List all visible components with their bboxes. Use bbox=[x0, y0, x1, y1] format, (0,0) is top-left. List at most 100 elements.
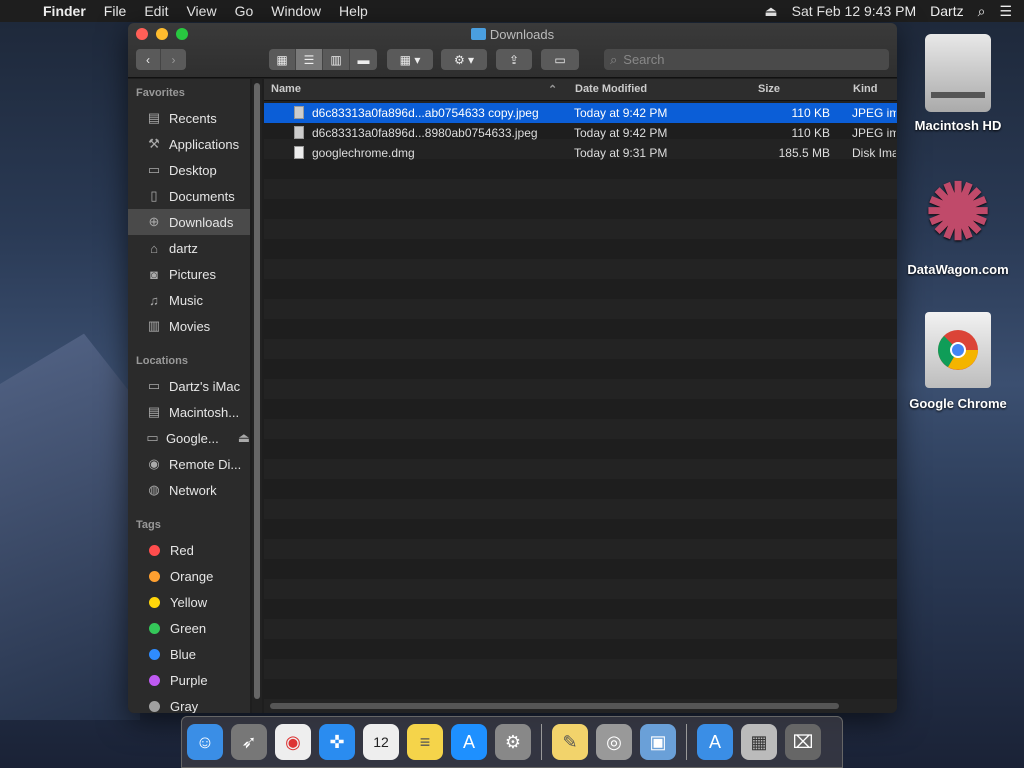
notes-icon[interactable]: ≡ bbox=[407, 724, 443, 760]
datawagon-star-icon: ✺ bbox=[925, 168, 991, 256]
menu-view[interactable]: View bbox=[177, 3, 225, 19]
trash-icon[interactable]: ⌧ bbox=[785, 724, 821, 760]
menu-go[interactable]: Go bbox=[226, 3, 263, 19]
menubar-user[interactable]: Dartz bbox=[930, 3, 963, 19]
preview-icon[interactable]: ▣ bbox=[640, 724, 676, 760]
forward-button[interactable]: › bbox=[161, 49, 186, 70]
launchpad-icon[interactable]: ➶ bbox=[231, 724, 267, 760]
downloads-icon: ⊕ bbox=[148, 214, 160, 229]
sidebar-item-movies[interactable]: ▥ Movies bbox=[128, 313, 250, 339]
sidebar-item-home[interactable]: ⌂ dartz bbox=[128, 235, 250, 261]
desktop-icon: ▭ bbox=[147, 162, 161, 177]
sidebar-item-music[interactable]: ♫ Music bbox=[128, 287, 250, 313]
hard-drive-icon bbox=[925, 34, 991, 112]
sidebar-scrollbar[interactable] bbox=[252, 79, 262, 713]
desktop-item-macintosh-hd[interactable]: Macintosh HD bbox=[903, 34, 1013, 133]
gallery-view-icon[interactable]: ▬ bbox=[350, 49, 377, 70]
app-menu[interactable]: Finder bbox=[34, 3, 95, 19]
calendar-icon[interactable]: 12 bbox=[363, 724, 399, 760]
column-header-kind[interactable]: Kind bbox=[853, 83, 877, 95]
sidebar-item-google-chrome-volume[interactable]: ▭ Google... ⏏ bbox=[128, 425, 250, 451]
action-gear-button[interactable]: ⚙ ▾ bbox=[441, 49, 487, 70]
sidebar-tag-blue[interactable]: Blue bbox=[128, 641, 250, 667]
chrome-disk-icon bbox=[925, 312, 991, 388]
disk-icon: ▭ bbox=[146, 430, 159, 445]
icon-view-icon[interactable]: ▦ bbox=[269, 49, 296, 70]
downloads-stack-icon[interactable]: ▦ bbox=[741, 724, 777, 760]
column-header-date[interactable]: Date Modified bbox=[575, 83, 647, 95]
desktop-item-datawagon[interactable]: ✺ DataWagon.com bbox=[903, 170, 1013, 277]
tag-dot-icon bbox=[149, 596, 160, 608]
app-store-icon[interactable]: A bbox=[451, 724, 487, 760]
column-header-row: Name ⌃ Date Modified Size Kind bbox=[264, 79, 897, 101]
sidebar-item-downloads[interactable]: ⊕ Downloads bbox=[128, 209, 250, 235]
sidebar-item-remote-disc[interactable]: ◉ Remote Di... bbox=[128, 451, 250, 477]
dock-separator bbox=[686, 724, 687, 760]
file-row[interactable]: d6c83313a0fa896d...ab0754633 copy.jpeg T… bbox=[264, 103, 897, 123]
notification-center-icon[interactable]: ☰ bbox=[999, 3, 1012, 20]
jpeg-file-icon bbox=[294, 106, 304, 119]
sidebar-item-desktop[interactable]: ▭ Desktop bbox=[128, 157, 250, 183]
search-placeholder: Search bbox=[623, 52, 665, 67]
column-header-name[interactable]: Name bbox=[271, 83, 301, 95]
menu-file[interactable]: File bbox=[95, 3, 136, 19]
column-header-size[interactable]: Size bbox=[758, 83, 780, 95]
tag-dot-icon bbox=[149, 674, 160, 686]
column-view-icon[interactable]: ▥ bbox=[323, 49, 350, 70]
file-row[interactable]: d6c83313a0fa896d...8980ab0754633.jpeg To… bbox=[264, 123, 897, 143]
tags-button[interactable]: ▭ bbox=[541, 49, 579, 70]
safari-icon[interactable]: ✜ bbox=[319, 724, 355, 760]
sidebar-tag-purple[interactable]: Purple bbox=[128, 667, 250, 693]
nav-buttons: ‹ › bbox=[136, 49, 186, 70]
desktop-item-google-chrome[interactable]: Google Chrome bbox=[903, 312, 1013, 411]
horizontal-scrollbar[interactable] bbox=[270, 703, 839, 709]
share-button[interactable]: ⇪ bbox=[496, 49, 532, 70]
spotlight-icon[interactable]: ⌕ bbox=[978, 3, 986, 20]
sidebar-item-imac[interactable]: ▭ Dartz's iMac bbox=[128, 373, 250, 399]
dock: ☺ ➶ ◉ ✜ 12 ≡ A ⚙ ✎ ◎ ▣ A ▦ ⌧ bbox=[181, 716, 843, 768]
finder-window: Downloads ‹ › ▦ ☰ ▥ ▬ ▦ ▾ ⚙ ▾ ⇪ ▭ ⌕ Search F… bbox=[128, 23, 897, 713]
sidebar-tag-red[interactable]: Red bbox=[128, 537, 250, 563]
file-row[interactable]: googlechrome.dmg Today at 9:31 PM 185.5 … bbox=[264, 143, 897, 163]
app-store-folder-icon[interactable]: A bbox=[697, 724, 733, 760]
sidebar-tag-orange[interactable]: Orange bbox=[128, 563, 250, 589]
stickies-icon[interactable]: ✎ bbox=[552, 724, 588, 760]
tag-dot-icon bbox=[149, 622, 160, 634]
sidebar-tag-gray[interactable]: Gray bbox=[128, 693, 250, 713]
sidebar-tag-green[interactable]: Green bbox=[128, 615, 250, 641]
sidebar-item-pictures[interactable]: ◙ Pictures bbox=[128, 261, 250, 287]
eject-icon[interactable]: ⏏ bbox=[764, 3, 777, 20]
pictures-icon: ◙ bbox=[150, 266, 158, 282]
tags-header: Tags bbox=[136, 519, 161, 531]
system-preferences-icon[interactable]: ⚙ bbox=[495, 724, 531, 760]
window-title: Downloads bbox=[128, 27, 897, 42]
chrome-icon[interactable]: ◉ bbox=[275, 724, 311, 760]
tag-dot-icon bbox=[149, 570, 160, 582]
sidebar-item-network[interactable]: ◍ Network bbox=[128, 477, 250, 503]
search-field[interactable]: ⌕ Search bbox=[604, 49, 889, 70]
tag-dot-icon bbox=[149, 648, 160, 660]
locations-header: Locations bbox=[136, 355, 188, 367]
menu-window[interactable]: Window bbox=[262, 3, 330, 19]
sidebar-item-documents[interactable]: ▯ Documents bbox=[128, 183, 250, 209]
sidebar-item-recents[interactable]: ▤ Recents bbox=[128, 105, 250, 131]
menu-help[interactable]: Help bbox=[330, 3, 377, 19]
list-view-icon[interactable]: ☰ bbox=[296, 49, 323, 70]
finder-icon[interactable]: ☺ bbox=[187, 724, 223, 760]
dock-separator bbox=[541, 724, 542, 760]
sidebar-item-applications[interactable]: ⚒ Applications bbox=[128, 131, 250, 157]
computer-icon: ▭ bbox=[147, 378, 161, 393]
menu-edit[interactable]: Edit bbox=[135, 3, 177, 19]
back-button[interactable]: ‹ bbox=[136, 49, 162, 70]
sidebar-tag-yellow[interactable]: Yellow bbox=[128, 589, 250, 615]
sidebar-item-macintosh-hd[interactable]: ▤ Macintosh... bbox=[128, 399, 250, 425]
menubar-clock[interactable]: Sat Feb 12 9:43 PM bbox=[792, 3, 917, 19]
movies-icon: ▥ bbox=[147, 318, 161, 333]
image-capture-icon[interactable]: ◎ bbox=[596, 724, 632, 760]
file-list: Name ⌃ Date Modified Size Kind d6c83313a… bbox=[264, 79, 897, 713]
group-button[interactable]: ▦ ▾ bbox=[387, 49, 433, 70]
applications-icon: ⚒ bbox=[148, 136, 160, 151]
dmg-file-icon bbox=[294, 146, 304, 159]
eject-icon[interactable]: ⏏ bbox=[238, 430, 250, 446]
desktop-wallpaper bbox=[0, 333, 140, 720]
